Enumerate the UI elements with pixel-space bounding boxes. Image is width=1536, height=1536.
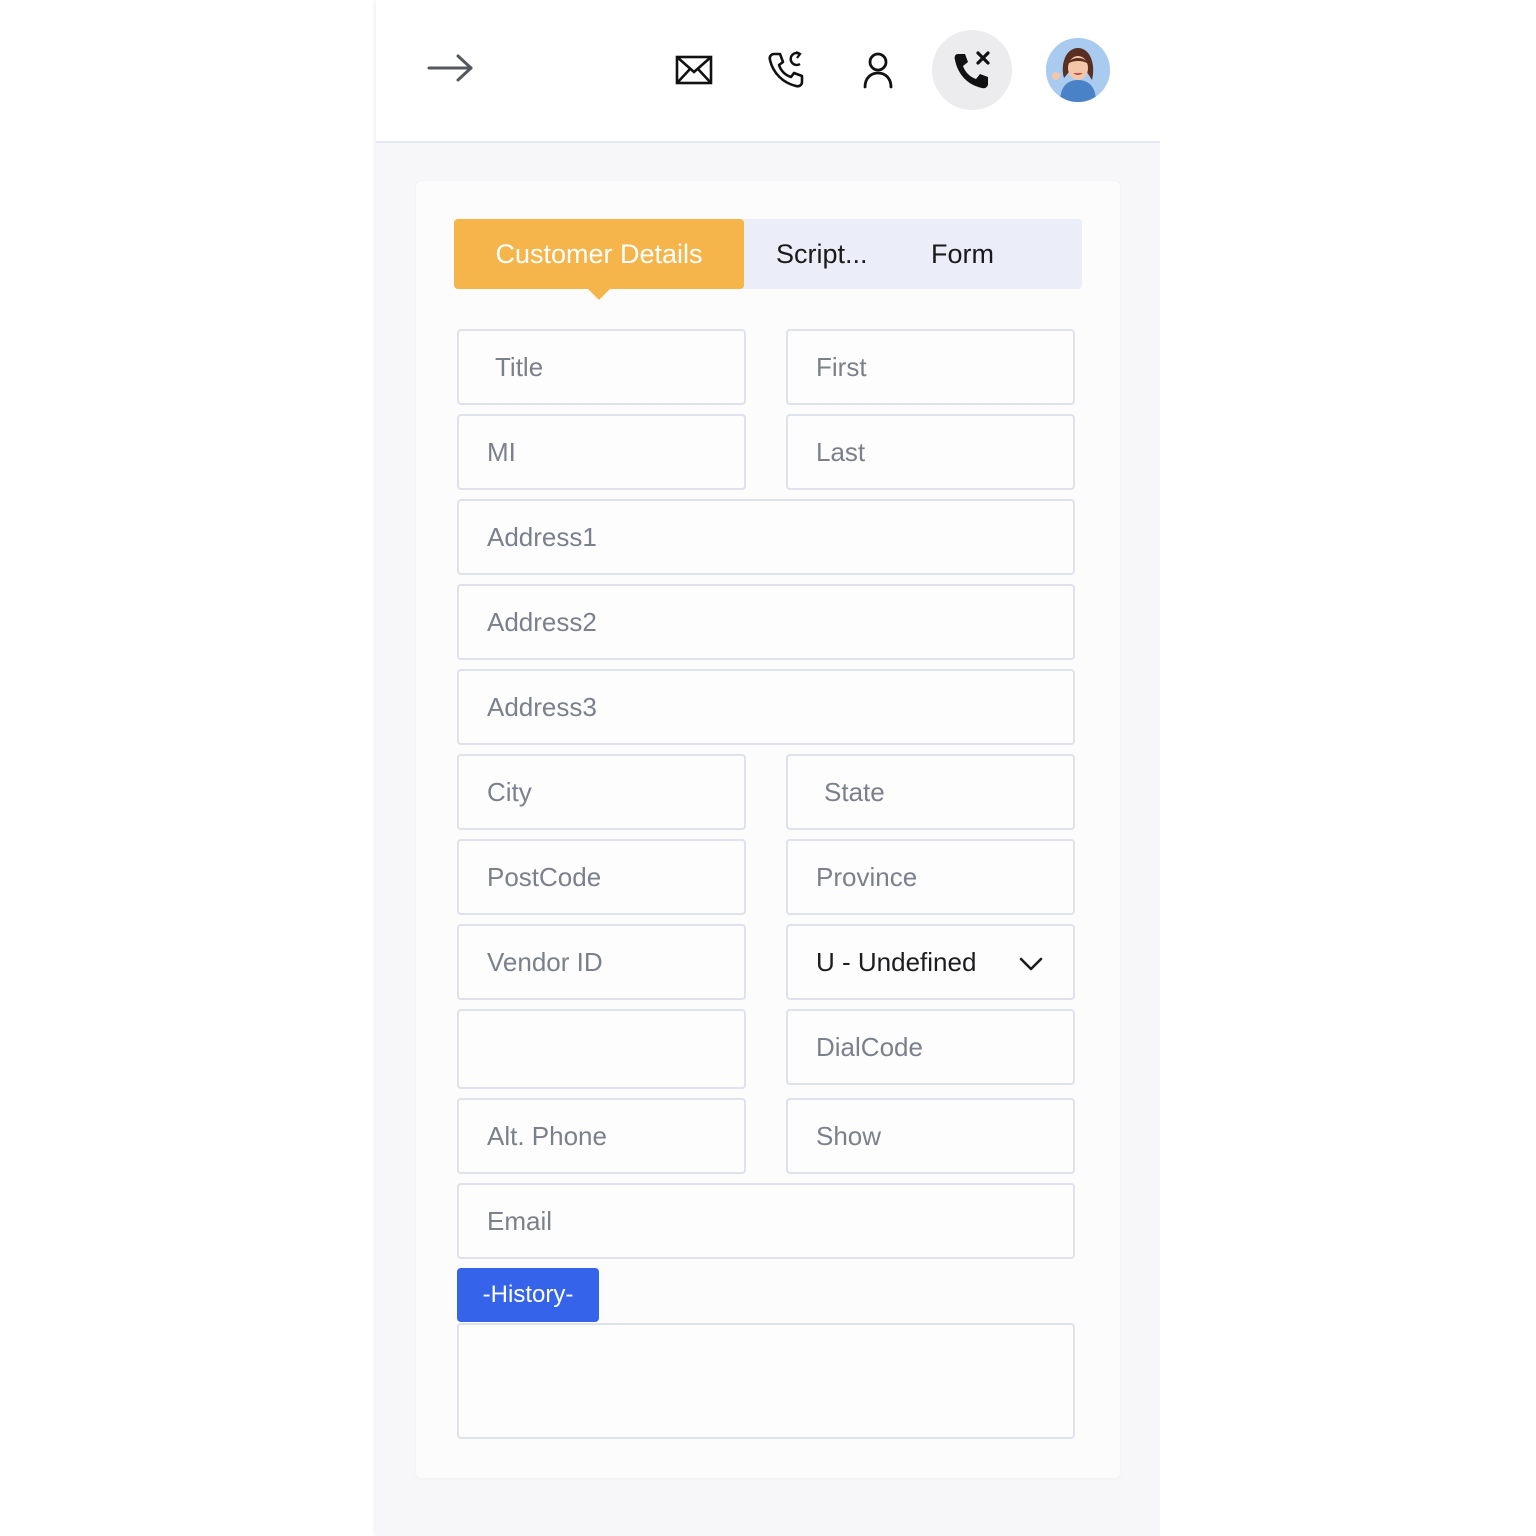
tab-form[interactable]: Form [931,219,994,289]
first-name-field[interactable]: First [786,329,1075,405]
province-field[interactable]: Province [786,839,1075,915]
middle-initial-field[interactable]: MI [457,414,746,490]
chevron-down-icon [1019,947,1043,978]
arrow-right-icon[interactable] [426,46,476,90]
vendor-id-field[interactable]: Vendor ID [457,924,746,1000]
city-field[interactable]: City [457,754,746,830]
tab-script[interactable]: Script... [776,219,868,289]
user-icon[interactable] [854,46,902,94]
customer-details-card: Customer Details Script... Form Title Fi… [416,181,1120,1478]
avatar[interactable] [1046,38,1110,102]
panel-header [376,0,1160,143]
gender-select-value: U - Undefined [816,946,977,977]
address2-field[interactable]: Address2 [457,584,1075,660]
address1-field[interactable]: Address1 [457,499,1075,575]
mail-icon[interactable] [670,48,718,92]
history-textarea[interactable] [457,1323,1075,1439]
phone-hangup-icon[interactable] [932,30,1012,110]
state-field[interactable]: State [786,754,1075,830]
postcode-field[interactable]: PostCode [457,839,746,915]
tab-bar: Customer Details Script... Form [454,219,1082,300]
phone-callback-icon[interactable] [762,46,810,94]
phone-field[interactable] [457,1009,746,1089]
dialcode-field[interactable]: DialCode [786,1009,1075,1085]
tab-customer-details[interactable]: Customer Details [454,219,744,300]
email-field[interactable]: Email [457,1183,1075,1259]
address3-field[interactable]: Address3 [457,669,1075,745]
last-name-field[interactable]: Last [786,414,1075,490]
agent-panel: Customer Details Script... Form Title Fi… [376,0,1160,1536]
history-button[interactable]: -History- [457,1268,599,1322]
gender-select[interactable]: U - Undefined [786,924,1075,1000]
show-field[interactable]: Show [786,1098,1075,1174]
alt-phone-field[interactable]: Alt. Phone [457,1098,746,1174]
title-field[interactable]: Title [457,329,746,405]
